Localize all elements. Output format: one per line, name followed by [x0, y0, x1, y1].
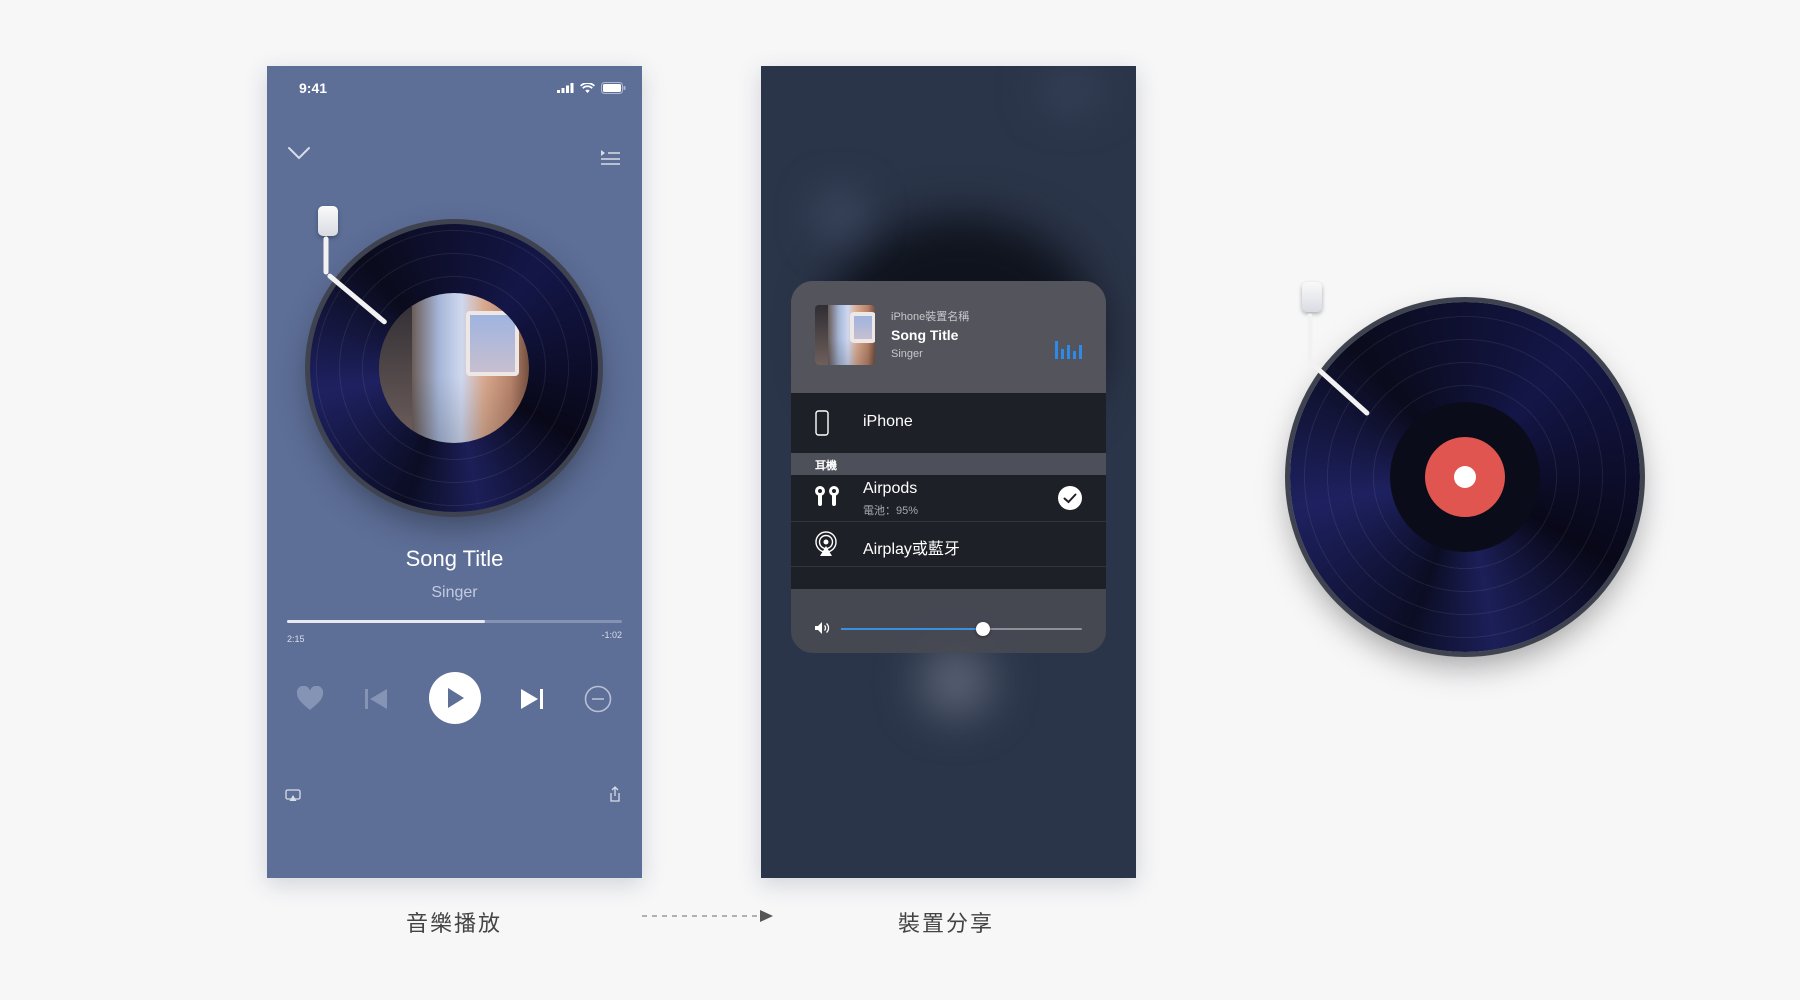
background-blur [1041, 76, 1101, 106]
airpods-battery: 電池：95% [863, 505, 919, 517]
section-title: 耳機 [815, 460, 837, 472]
airplay-audio-icon [815, 531, 837, 556]
device-label-airplay: Airplay或藍牙 [863, 541, 960, 558]
queue-list-icon[interactable] [599, 148, 621, 166]
device-row-iphone[interactable]: iPhone [791, 393, 1106, 453]
tonearm-base [1302, 282, 1322, 312]
vinyl-record-illustration [1290, 302, 1640, 652]
flow-arrow [642, 910, 773, 922]
equalizer-icon [1055, 341, 1082, 359]
device-label-iphone: iPhone [863, 413, 913, 430]
device-name: iPhone裝置名稱 [891, 311, 970, 323]
album-thumbnail [815, 305, 875, 365]
device-row-airpods[interactable]: Airpods 電池：95% [791, 475, 1106, 521]
play-button[interactable] [429, 672, 481, 724]
airplay-icon[interactable] [285, 789, 301, 802]
phone-icon [815, 410, 829, 436]
battery-icon [601, 82, 626, 94]
volume-slider[interactable] [841, 628, 1082, 630]
tonearm-base [318, 206, 338, 236]
chevron-down-icon[interactable] [287, 146, 311, 160]
progress-bar[interactable] [287, 620, 622, 623]
device-row-airplay[interactable]: Airplay或藍牙 [791, 522, 1106, 566]
volume-knob[interactable] [976, 622, 991, 636]
singer-name: Singer [891, 348, 923, 360]
device-share-screen: iPhone裝置名稱 Song Title Singer iPhone 耳機 A… [761, 66, 1136, 878]
play-icon [448, 688, 464, 708]
song-title: Song Title [405, 546, 504, 571]
music-player-screen: 9:41 Song Title Singer 2:15 -1:02 [267, 66, 642, 878]
next-icon[interactable] [520, 688, 544, 710]
audio-output-card: iPhone裝置名稱 Song Title Singer iPhone 耳機 A… [791, 281, 1106, 653]
now-playing-header: iPhone裝置名稱 Song Title Singer [791, 281, 1106, 393]
tonearm-arm [323, 236, 329, 275]
time-remaining: -1:02 [601, 630, 622, 640]
album-art [379, 293, 529, 443]
time-elapsed: 2:15 [287, 634, 305, 644]
airpods-icon [815, 486, 839, 506]
progress-fill [287, 620, 485, 623]
status-icons [557, 82, 626, 94]
tonearm-arm [1307, 313, 1313, 366]
vinyl-record [310, 224, 598, 512]
heart-icon[interactable] [296, 686, 324, 712]
volume-fill [841, 628, 984, 630]
status-time: 9:41 [299, 80, 328, 96]
caption-device-share: 裝置分享 [898, 911, 995, 936]
device-label-airpods: Airpods [863, 480, 918, 497]
share-icon[interactable] [609, 786, 621, 802]
checkmark-icon [1058, 486, 1082, 510]
song-title: Song Title [891, 327, 959, 343]
singer-name: Singer [431, 584, 478, 601]
wifi-icon [580, 82, 595, 93]
section-header-headphones: 耳機 [791, 453, 1106, 475]
previous-icon[interactable] [364, 688, 388, 710]
empty-row [791, 567, 1106, 589]
minus-circle-icon[interactable] [584, 685, 612, 713]
speaker-icon [815, 622, 830, 634]
background-blur [921, 646, 991, 716]
spindle-hole [1454, 466, 1476, 488]
signal-icon [557, 83, 574, 93]
caption-music-playback: 音樂播放 [406, 911, 503, 936]
background-blur [821, 196, 861, 236]
